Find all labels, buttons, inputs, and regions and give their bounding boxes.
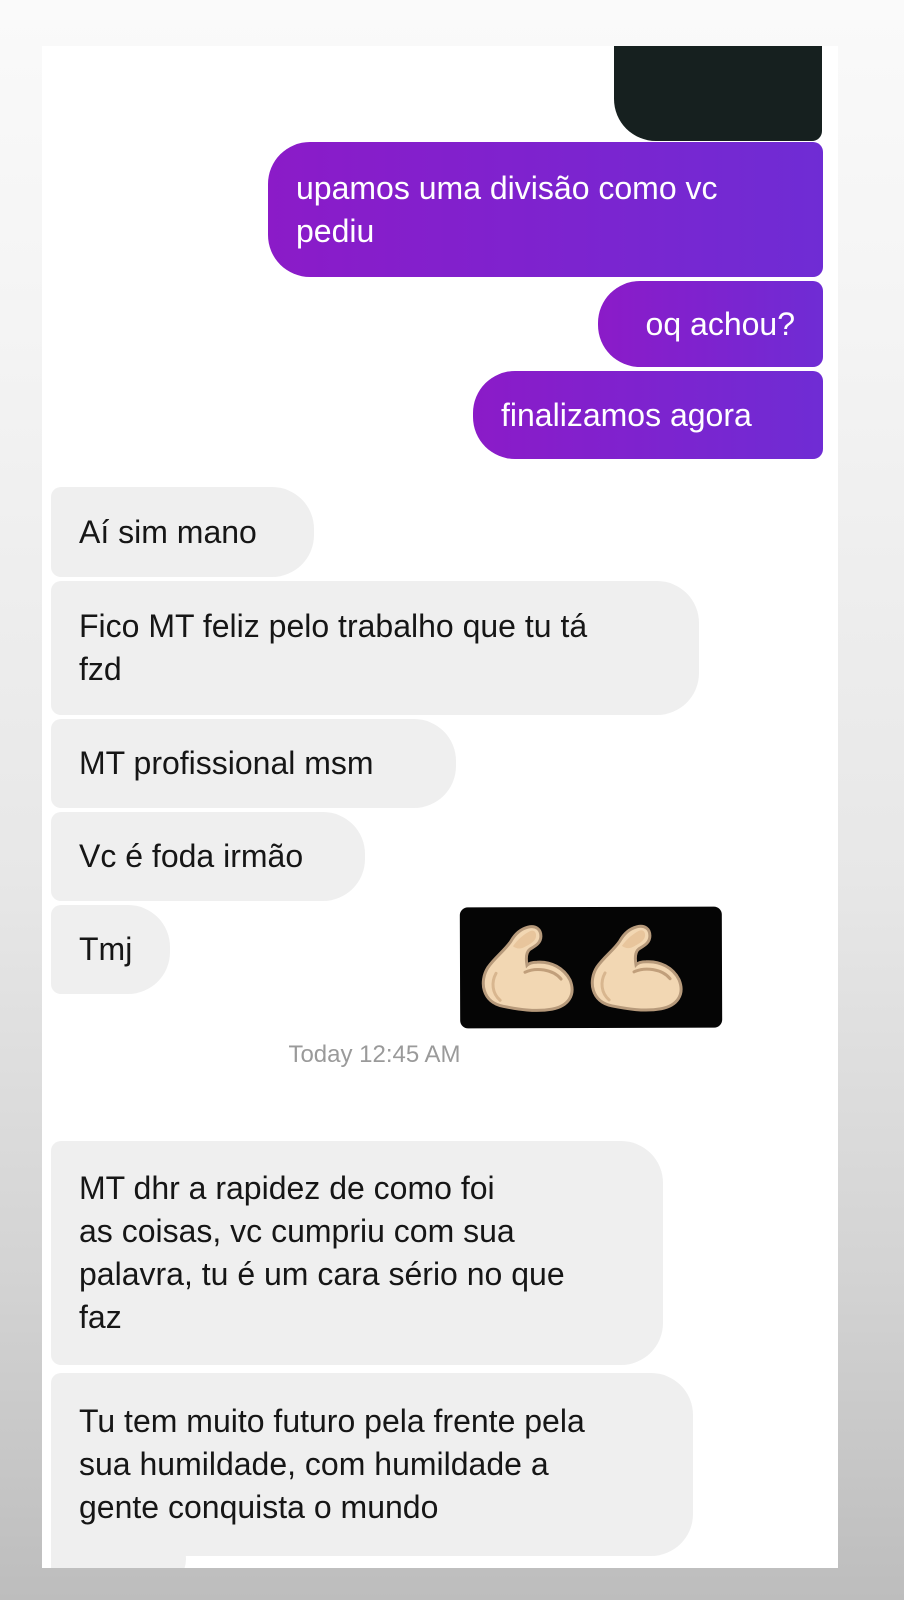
received-message[interactable]: Fico MT feliz pelo trabalho que tu tá fz… (51, 581, 699, 715)
flexed-biceps-icon (590, 924, 683, 1012)
screen-frame: upamos uma divisão como vc pediu oq acho… (0, 0, 904, 1600)
chat-thread: upamos uma divisão como vc pediu oq acho… (42, 46, 838, 1568)
sent-message[interactable]: oq achou? (598, 281, 823, 367)
sent-message[interactable]: finalizamos agora (473, 371, 823, 459)
received-message[interactable]: MT dhr a rapidez de como foi as coisas, … (51, 1141, 663, 1365)
cropped-media-message[interactable] (614, 46, 822, 141)
sent-message[interactable]: upamos uma divisão como vc pediu (268, 142, 823, 277)
received-message[interactable]: Aí sim mano (51, 487, 314, 577)
received-message[interactable]: MT profissional msm (51, 719, 456, 808)
received-message[interactable]: Vc é foda irmão (51, 812, 365, 901)
message-timestamp: Today 12:45 AM (288, 1041, 461, 1068)
partially-visible-message[interactable] (51, 1529, 186, 1568)
received-message[interactable]: Tmj (51, 905, 170, 994)
flexed-biceps-icon (481, 925, 574, 1012)
flexed-biceps-sticker[interactable] (459, 906, 723, 1029)
